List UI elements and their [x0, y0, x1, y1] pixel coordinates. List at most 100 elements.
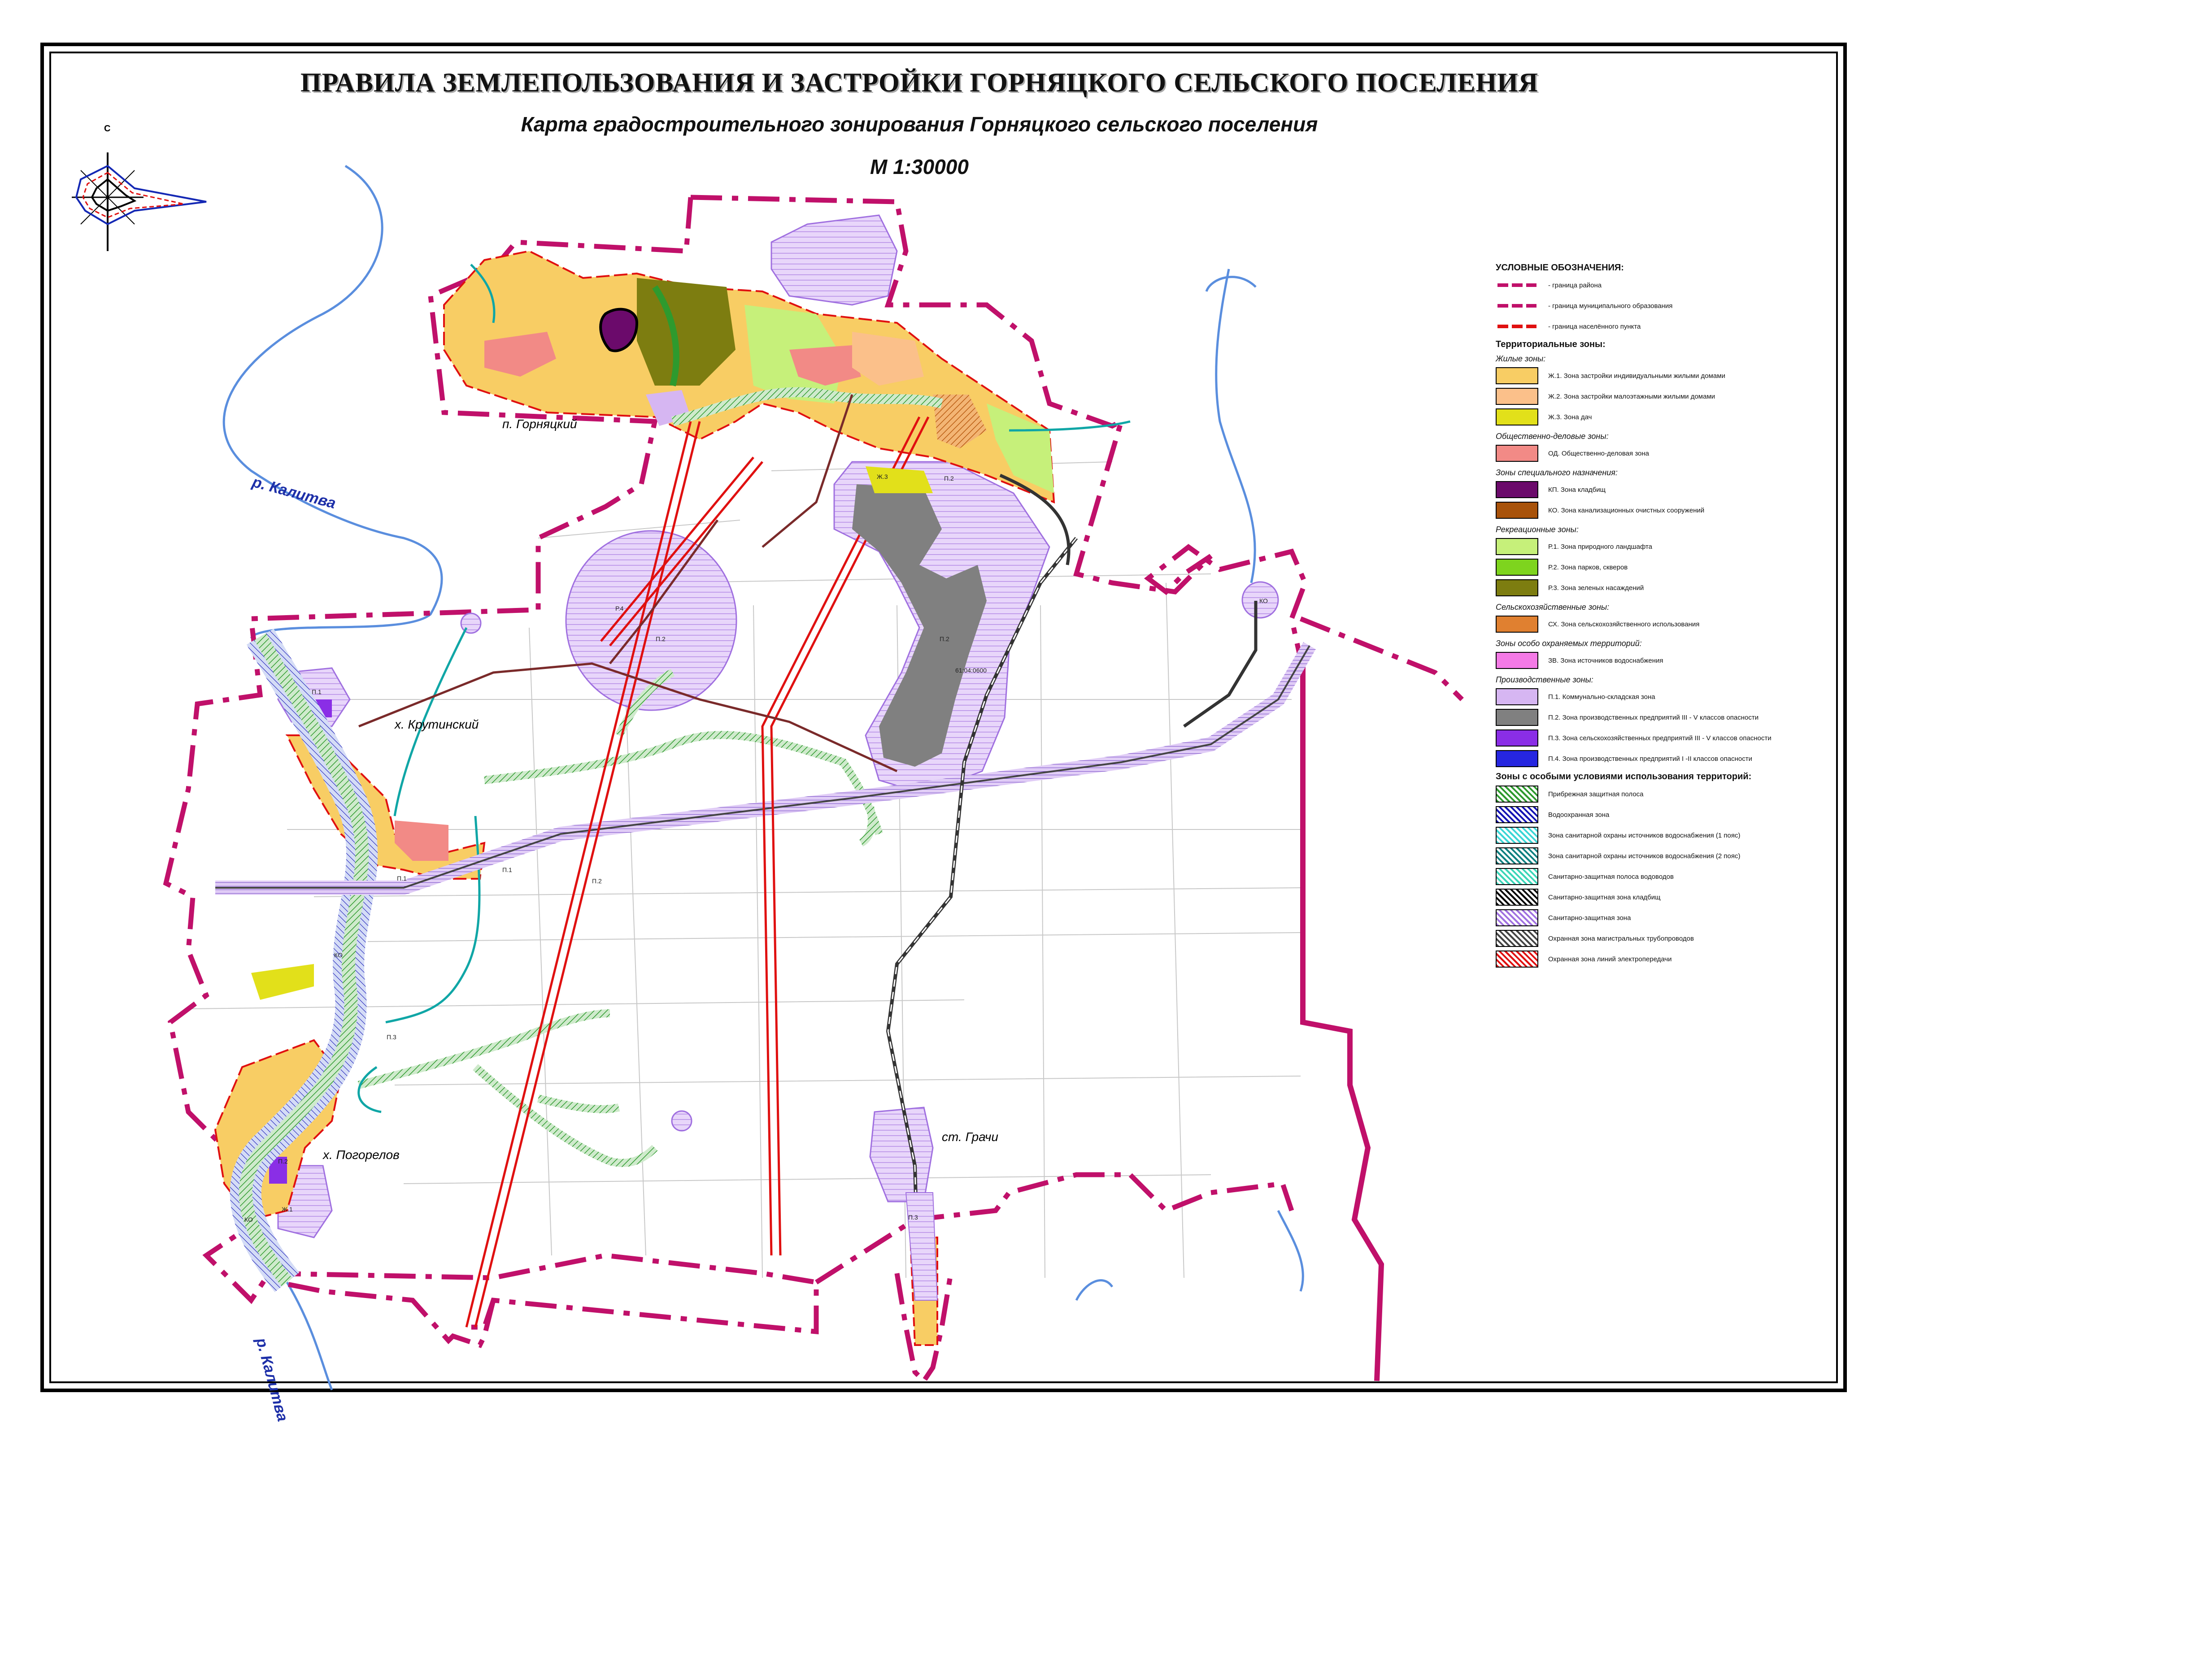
legend-swatch — [1496, 502, 1538, 519]
legend-item-label: Санитарно-защитная зона кладбищ — [1548, 893, 1661, 901]
zone-code-label: КО — [334, 951, 343, 959]
legend-swatch — [1496, 367, 1538, 384]
legend-item-label: ЗВ. Зона источников водоснабжения — [1548, 656, 1663, 664]
legend-swatch — [1496, 616, 1538, 633]
legend-swatch — [1496, 297, 1538, 314]
legend-swatch — [1496, 951, 1538, 968]
legend-group-title: Общественно-деловые зоны: — [1496, 432, 1609, 441]
zone-code-label: КО — [1259, 597, 1268, 604]
legend-title: УСЛОВНЫЕ ОБОЗНАЧЕНИЯ: — [1496, 263, 1624, 273]
district-boundary — [1300, 659, 1384, 1381]
legend-swatch — [1496, 559, 1538, 576]
map-subtitle: Карта градостроительного зонирования Гор… — [521, 113, 1318, 136]
legend-item-label: Ж.3. Зона дач — [1548, 413, 1592, 421]
legend-swatch — [1496, 847, 1538, 864]
legend-group-title: Рекреационные зоны: — [1496, 525, 1579, 534]
legend-swatch — [1496, 652, 1538, 669]
legend-swatch — [1496, 729, 1538, 747]
legend-item-label: - граница населённого пункта — [1548, 322, 1641, 330]
zoning-map: Ж.3 П.2 П.2 П.2 Р.4 П.1 КО П.1 П.3 П.2 КО Ж.1 П.3 П.1… — [72, 152, 1464, 1390]
zone-code-label: П.1 — [397, 875, 407, 882]
legend-row: Охранная зона магистральных трубопроводо… — [1496, 928, 1810, 949]
legend-row: Охранная зона линий электропередачи — [1496, 949, 1810, 969]
legend-item-label: Ж.2. Зона застройки малоэтажными жилыми … — [1548, 392, 1715, 400]
legend-item-label: Водоохранная зона — [1548, 811, 1610, 819]
legend-special-zones: Прибрежная защитная полоса Водоохранная з… — [1496, 784, 1810, 969]
legend-item-label: П.4. Зона производственных предприятий I… — [1548, 755, 1752, 763]
zone-code-label: П.2 — [278, 1158, 288, 1165]
legend-item-label: Р.1. Зона природного ландшафта — [1548, 543, 1653, 551]
compass-north-label: С — [104, 124, 111, 134]
map-title: ПРАВИЛА ЗЕМЛЕПОЛЬЗОВАНИЯ И ЗАСТРОЙКИ ГОР… — [300, 68, 1539, 97]
legend-swatch — [1496, 750, 1538, 767]
legend-swatch — [1496, 786, 1538, 803]
legend-swatch — [1496, 579, 1538, 596]
legend-item-label: П.2. Зона производственных предприятий I… — [1548, 713, 1759, 721]
legend-row: Зона санитарной охраны источников водосн… — [1496, 825, 1810, 846]
legend-swatch — [1496, 388, 1538, 405]
legend-row: - граница муниципального образования — [1496, 295, 1810, 316]
legend-group-title: Зоны особо охраняемых территорий: — [1496, 639, 1642, 648]
legend-group-title: Производственные зоны: — [1496, 675, 1593, 684]
legend-row: П.2. Зона производственных предприятий I… — [1496, 707, 1810, 728]
legend-item-label: Зона санитарной охраны источников водосн… — [1548, 852, 1741, 860]
legend-swatch — [1496, 688, 1538, 705]
legend-group-title: Сельскохозяйственные зоны: — [1496, 603, 1610, 612]
map-legend: УСЛОВНЫЕ ОБОЗНАЧЕНИЯ: - граница района - … — [1496, 260, 1810, 969]
legend-row: - граница района — [1496, 275, 1810, 295]
legend-item-label: - граница муниципального образования — [1548, 302, 1673, 310]
legend-item-label: Охранная зона магистральных трубопроводо… — [1548, 934, 1694, 942]
legend-item-label: КП. Зона кладбищ — [1548, 486, 1606, 494]
legend-item-label: Зона санитарной охраны источников водосн… — [1548, 831, 1741, 839]
legend-row: - граница населённого пункта — [1496, 316, 1810, 337]
zone-code-label: КО — [244, 1216, 253, 1223]
legend-row: Прибрежная защитная полоса — [1496, 784, 1810, 804]
zone-code-label: П.3 — [387, 1033, 396, 1041]
legend-row: ОД. Общественно-деловая зона — [1496, 443, 1810, 464]
zone-code-label: Р.4 — [615, 605, 624, 612]
legend-item-label: - граница района — [1548, 281, 1602, 289]
legend-item-label: КО. Зона канализационных очистных сооруж… — [1548, 506, 1705, 514]
cadastre-label: 61:04:0600 — [955, 667, 987, 674]
legend-item-label: П.1. Коммунально-складская зона — [1548, 693, 1655, 701]
legend-item-label: Ж.1. Зона застройки индивидуальными жилы… — [1548, 372, 1725, 380]
zone-code-label: П.2 — [656, 635, 666, 642]
legend-swatch — [1496, 481, 1538, 498]
place-label-pogorelov: х. Погорелов — [323, 1148, 400, 1162]
legend-swatch — [1496, 930, 1538, 947]
legend-row: Р.2. Зона парков, скверов — [1496, 557, 1810, 577]
legend-swatch — [1496, 909, 1538, 926]
legend-special-title: Зоны с особыми условиями использования т… — [1496, 772, 1752, 781]
zone-code-label: П.1 — [502, 866, 512, 873]
legend-row: П.1. Коммунально-складская зона — [1496, 686, 1810, 707]
zone-code-label: П.2 — [940, 635, 949, 642]
map-scale: М 1:30000 — [870, 155, 969, 178]
zone-code-label: П.2 — [592, 877, 602, 885]
legend-item-label: Р.2. Зона парков, скверов — [1548, 563, 1628, 571]
legend-item-label: Санитарно-защитная зона — [1548, 914, 1631, 922]
legend-item-label: Санитарно-защитная полоса водоводов — [1548, 873, 1674, 881]
legend-row: П.4. Зона производственных предприятий I… — [1496, 748, 1810, 769]
legend-row: Р.3. Зона зеленых насаждений — [1496, 577, 1810, 598]
legend-swatch — [1496, 889, 1538, 906]
legend-row: Санитарно-защитная полоса водоводов — [1496, 866, 1810, 887]
legend-row: Зона санитарной охраны источников водосн… — [1496, 846, 1810, 866]
legend-swatch — [1496, 709, 1538, 726]
main-pipelines — [215, 473, 1316, 1328]
legend-row: Р.1. Зона природного ландшафта — [1496, 536, 1810, 557]
legend-row: СХ. Зона сельскохозяйственного использов… — [1496, 614, 1810, 634]
legend-swatch — [1496, 538, 1538, 555]
legend-row: П.3. Зона сельскохозяйственных предприят… — [1496, 728, 1810, 748]
legend-swatch — [1496, 445, 1538, 462]
zone-code-label: П.1 — [312, 688, 322, 695]
legend-row: ЗВ. Зона источников водоснабжения — [1496, 650, 1810, 671]
legend-group-title: Зоны специального назначения: — [1496, 468, 1618, 477]
legend-row: Санитарно-защитная зона кладбищ — [1496, 887, 1810, 907]
legend-swatch — [1496, 408, 1538, 425]
legend-row: Ж.2. Зона застройки малоэтажными жилыми … — [1496, 386, 1810, 407]
legend-swatch — [1496, 318, 1538, 335]
zone-code-label: П.3 — [908, 1214, 918, 1221]
zone-code-label: Ж.1 — [282, 1206, 293, 1213]
place-label-krutinsky: х. Крутинский — [395, 717, 479, 731]
place-label-gornyatsky: п. Горняцкий — [502, 417, 577, 431]
